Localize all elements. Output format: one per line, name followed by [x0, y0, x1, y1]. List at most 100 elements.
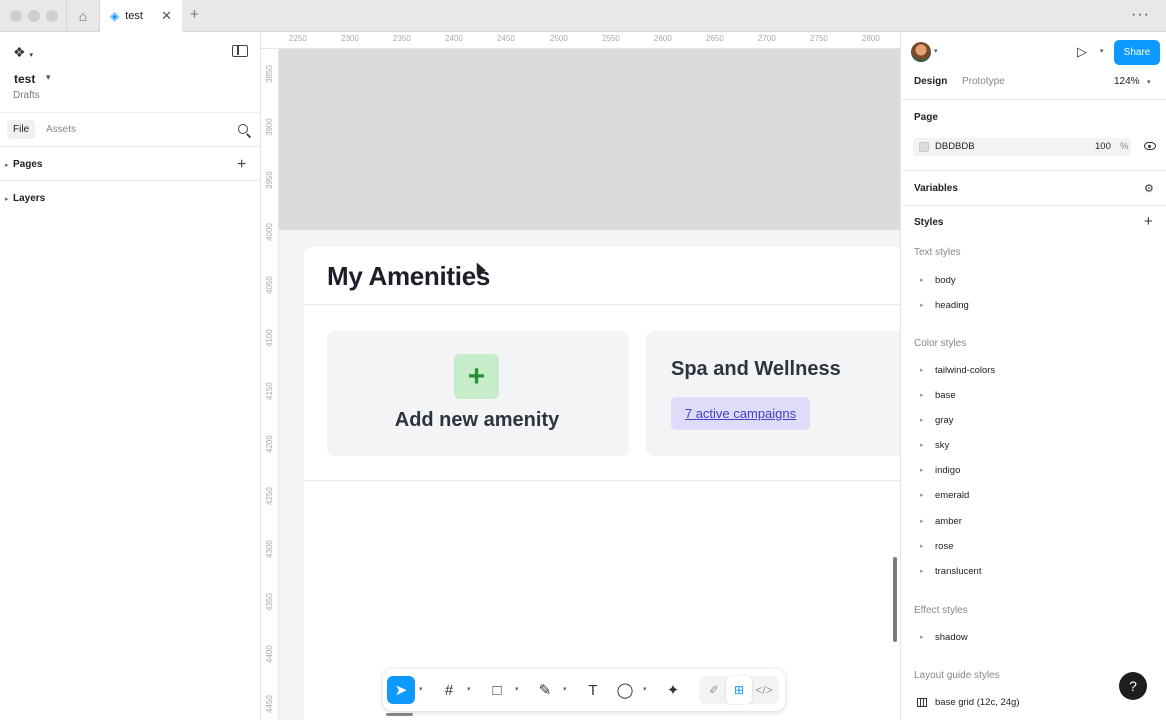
- chevron-right-icon[interactable]: ▸: [920, 633, 924, 641]
- eye-icon[interactable]: [1144, 142, 1156, 150]
- actions-tool-icon[interactable]: ✦: [659, 676, 687, 704]
- page-fill-opacity[interactable]: 100: [1095, 141, 1111, 152]
- tab-assets[interactable]: Assets: [46, 124, 76, 135]
- style-item[interactable]: base: [935, 390, 956, 401]
- style-item[interactable]: sky: [935, 440, 949, 451]
- add-page-icon[interactable]: +: [237, 156, 246, 174]
- ruler-mark: 2500: [550, 34, 568, 43]
- new-tab-button[interactable]: +: [190, 6, 199, 23]
- home-icon[interactable]: ⌂: [66, 0, 100, 32]
- chevron-right-icon[interactable]: ▸: [5, 195, 9, 203]
- left-panel: ❖ ▾ test ▾ Drafts File Assets ▸ Pages + …: [0, 32, 261, 720]
- chevron-right-icon[interactable]: ▸: [920, 366, 924, 374]
- chevron-down-icon[interactable]: ▾: [1100, 47, 1104, 55]
- frame-title[interactable]: My Amenities: [327, 261, 490, 292]
- canvas[interactable]: My Amenities + Add new amenity Spa and W…: [279, 49, 900, 720]
- chevron-down-icon[interactable]: ▾: [515, 685, 519, 693]
- chevron-right-icon[interactable]: ▸: [920, 542, 924, 550]
- divider: [901, 205, 1166, 206]
- chevron-down-icon[interactable]: ▾: [467, 685, 471, 693]
- opacity-unit: %: [1120, 141, 1129, 152]
- frame-content[interactable]: [304, 247, 900, 720]
- avatar[interactable]: [911, 42, 931, 62]
- main-menu-icon[interactable]: ❖ ▾: [13, 44, 33, 61]
- dev-mode-icon[interactable]: </>: [751, 676, 777, 704]
- comment-tool-icon[interactable]: ◯: [611, 676, 639, 704]
- chevron-down-icon[interactable]: ▾: [934, 47, 938, 55]
- top-ruler: 2250 2300 2350 2400 2450 2500 2550 2600 …: [261, 32, 900, 49]
- variables-settings-icon[interactable]: ⚙: [1144, 182, 1154, 195]
- frame-tool-icon[interactable]: #: [435, 676, 463, 704]
- move-tool-icon[interactable]: ➤: [387, 676, 415, 704]
- add-style-icon[interactable]: +: [1144, 213, 1153, 230]
- chevron-right-icon[interactable]: ▸: [920, 567, 924, 575]
- file-tab[interactable]: ◈ test ✕: [100, 0, 182, 32]
- chevron-down-icon[interactable]: ▾: [46, 72, 51, 83]
- horizontal-scrollbar[interactable]: [386, 713, 413, 716]
- pages-section-label[interactable]: Pages: [13, 159, 42, 170]
- chevron-right-icon[interactable]: ▸: [920, 301, 924, 309]
- effect-styles-label: Effect styles: [914, 605, 968, 616]
- tab-file[interactable]: File: [7, 120, 36, 139]
- file-location[interactable]: Drafts: [13, 90, 40, 101]
- layers-section-label[interactable]: Layers: [13, 193, 45, 204]
- share-button[interactable]: Share: [1114, 40, 1160, 65]
- style-item[interactable]: gray: [935, 415, 953, 426]
- more-options-icon[interactable]: ···: [1131, 6, 1150, 24]
- page-fill-hex[interactable]: DBDBDB: [935, 141, 975, 152]
- style-item[interactable]: shadow: [935, 632, 968, 643]
- chevron-down-icon[interactable]: ▾: [1147, 78, 1151, 86]
- style-item[interactable]: translucent: [935, 566, 981, 577]
- chevron-right-icon[interactable]: ▸: [920, 517, 924, 525]
- spa-card-title[interactable]: Spa and Wellness: [671, 358, 841, 381]
- add-amenity-card[interactable]: + Add new amenity: [327, 331, 629, 456]
- chevron-down-icon[interactable]: ▾: [643, 685, 647, 693]
- help-button[interactable]: ?: [1119, 672, 1147, 700]
- file-name[interactable]: test: [14, 72, 35, 86]
- spa-card[interactable]: Spa and Wellness 7 active campaigns: [646, 331, 900, 456]
- style-item[interactable]: amber: [935, 516, 962, 527]
- style-item[interactable]: heading: [935, 300, 969, 311]
- style-item[interactable]: indigo: [935, 465, 960, 476]
- tab-prototype[interactable]: Prototype: [962, 76, 1005, 87]
- maximize-window-button[interactable]: [46, 10, 58, 22]
- close-window-button[interactable]: [10, 10, 22, 22]
- chevron-right-icon[interactable]: ▸: [920, 416, 924, 424]
- page-color-swatch[interactable]: [919, 142, 929, 152]
- tab-design[interactable]: Design: [914, 76, 947, 87]
- style-item[interactable]: rose: [935, 541, 953, 552]
- plus-icon[interactable]: +: [454, 354, 499, 399]
- design-mode-icon[interactable]: ⊞: [726, 676, 752, 704]
- chevron-right-icon[interactable]: ▸: [920, 466, 924, 474]
- vertical-scrollbar[interactable]: [893, 557, 897, 642]
- page-fill-field[interactable]: DBDBDB 100 %: [913, 138, 1131, 156]
- chevron-down-icon[interactable]: ▾: [563, 685, 567, 693]
- draw-mode-icon[interactable]: ✐: [701, 676, 727, 704]
- pen-tool-icon[interactable]: ✎: [531, 676, 559, 704]
- chevron-down-icon[interactable]: ▾: [419, 685, 423, 693]
- chevron-right-icon[interactable]: ▸: [920, 276, 924, 284]
- variables-heading[interactable]: Variables: [914, 183, 958, 194]
- style-item[interactable]: emerald: [935, 490, 969, 501]
- ruler-mark: 4400: [265, 645, 274, 663]
- text-tool-icon[interactable]: T: [579, 676, 607, 704]
- chevron-right-icon[interactable]: ▸: [920, 491, 924, 499]
- chevron-right-icon[interactable]: ▸: [920, 441, 924, 449]
- style-item[interactable]: tailwind-colors: [935, 365, 995, 376]
- chevron-right-icon[interactable]: ▸: [5, 161, 9, 169]
- amenities-frame[interactable]: My Amenities + Add new amenity Spa and W…: [279, 230, 900, 720]
- style-item[interactable]: body: [935, 275, 956, 286]
- close-icon[interactable]: ✕: [161, 8, 172, 24]
- ruler-mark: 2350: [393, 34, 411, 43]
- toggle-sidebar-icon[interactable]: [232, 45, 248, 57]
- ruler-mark: 2750: [810, 34, 828, 43]
- style-item[interactable]: base grid (12c, 24g): [935, 697, 1020, 708]
- search-icon[interactable]: [238, 124, 248, 134]
- chevron-right-icon[interactable]: ▸: [920, 391, 924, 399]
- present-play-icon[interactable]: ▷: [1077, 44, 1091, 59]
- campaigns-badge[interactable]: 7 active campaigns: [671, 397, 810, 430]
- zoom-level[interactable]: 124%: [1114, 76, 1140, 87]
- add-amenity-label[interactable]: Add new amenity: [327, 409, 627, 432]
- shape-tool-icon[interactable]: □: [483, 676, 511, 704]
- minimize-window-button[interactable]: [28, 10, 40, 22]
